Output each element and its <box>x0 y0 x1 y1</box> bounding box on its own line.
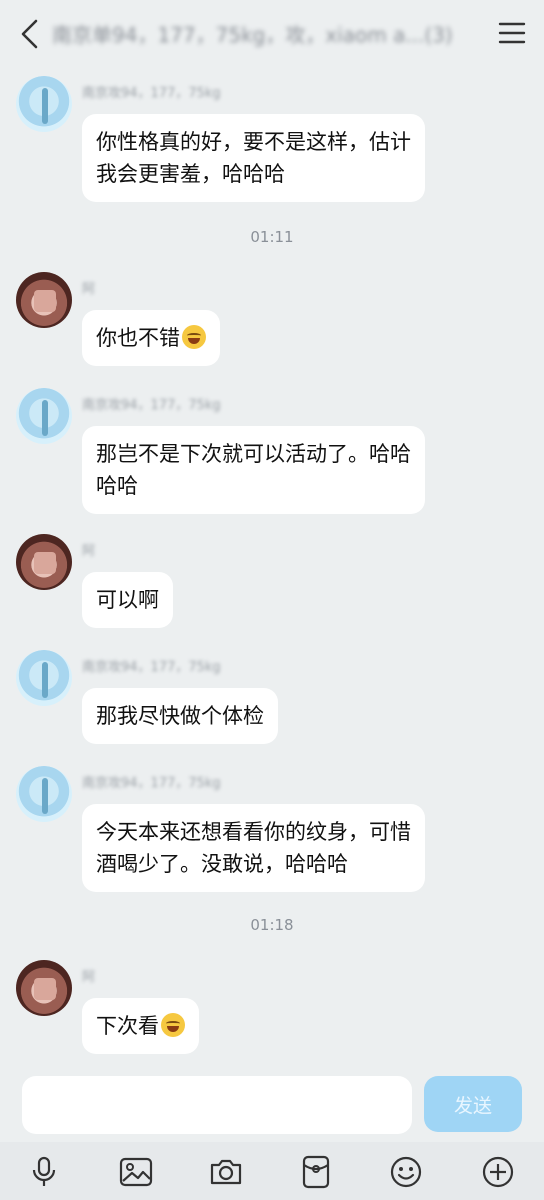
avatar[interactable] <box>16 766 72 822</box>
sender-name: 阿 <box>82 970 96 985</box>
message-bubble[interactable]: 今天本来还想看看你的纹身，可惜 酒喝少了。没敢说，哈哈哈 <box>82 804 425 892</box>
avatar[interactable] <box>16 534 72 590</box>
emoji-icon[interactable] <box>384 1150 428 1194</box>
message-bubble[interactable]: 那我尽快做个体检 <box>82 688 278 744</box>
avatar[interactable] <box>16 650 72 706</box>
message-input[interactable] <box>22 1076 412 1134</box>
camera-icon[interactable] <box>204 1150 248 1194</box>
timestamp: 01:18 <box>250 916 294 934</box>
chat-title: 南京单94，177，75kg，攻，xiaom a...(3) <box>52 23 453 47</box>
message-text-line: 今天本来还想看看你的纹身，可惜 <box>96 820 411 844</box>
sender-name: 南京攻94，177，75kg <box>82 660 221 675</box>
message-text-line: 你性格真的好，要不是这样，估计 <box>96 130 411 154</box>
avatar[interactable] <box>16 272 72 328</box>
timestamp: 01:11 <box>250 228 294 246</box>
avatar[interactable] <box>16 76 72 132</box>
chevron-left-icon[interactable] <box>16 18 44 50</box>
message-text-line: 酒喝少了。没敢说，哈哈哈 <box>96 852 348 876</box>
avatar[interactable] <box>16 388 72 444</box>
message-text-line: 哈哈 <box>96 474 138 498</box>
message-bubble[interactable]: 下次看 <box>82 998 199 1054</box>
sender-name: 南京攻94，177，75kg <box>82 776 221 791</box>
message-text-line: 那我尽快做个体检 <box>96 704 264 728</box>
hamburger-menu-icon[interactable] <box>498 20 526 46</box>
red-packet-icon[interactable] <box>294 1150 338 1194</box>
message-text-line: 我会更害羞，哈哈哈 <box>96 162 285 186</box>
bottom-toolbar <box>0 1142 544 1200</box>
sender-name: 南京攻94，177，75kg <box>82 86 221 101</box>
chat-header: 南京单94，177，75kg，攻，xiaom a...(3) <box>0 0 544 68</box>
laughing-tears-emoji-icon <box>161 1013 185 1037</box>
message-bubble[interactable]: 你也不错 <box>82 310 220 366</box>
sender-name: 南京攻94，177，75kg <box>82 398 221 413</box>
microphone-icon[interactable] <box>22 1150 66 1194</box>
message-text-line: 可以啊 <box>96 588 159 612</box>
message-text-line: 下次看 <box>96 1014 159 1038</box>
message-text-line: 那岂不是下次就可以活动了。哈哈 <box>96 442 411 466</box>
message-bubble[interactable]: 可以啊 <box>82 572 173 628</box>
message-text-line: 你也不错 <box>96 326 180 350</box>
plus-icon[interactable] <box>476 1150 520 1194</box>
image-icon[interactable] <box>114 1150 158 1194</box>
send-button[interactable]: 发送 <box>424 1076 522 1132</box>
composer-bar: 发送 <box>0 1066 544 1142</box>
laughing-tears-emoji-icon <box>182 325 206 349</box>
avatar[interactable] <box>16 960 72 1016</box>
message-bubble[interactable]: 那岂不是下次就可以活动了。哈哈 哈哈 <box>82 426 425 514</box>
message-bubble[interactable]: 你性格真的好，要不是这样，估计 我会更害羞，哈哈哈 <box>82 114 425 202</box>
sender-name: 阿 <box>82 544 96 559</box>
sender-name: 阿 <box>82 282 96 297</box>
